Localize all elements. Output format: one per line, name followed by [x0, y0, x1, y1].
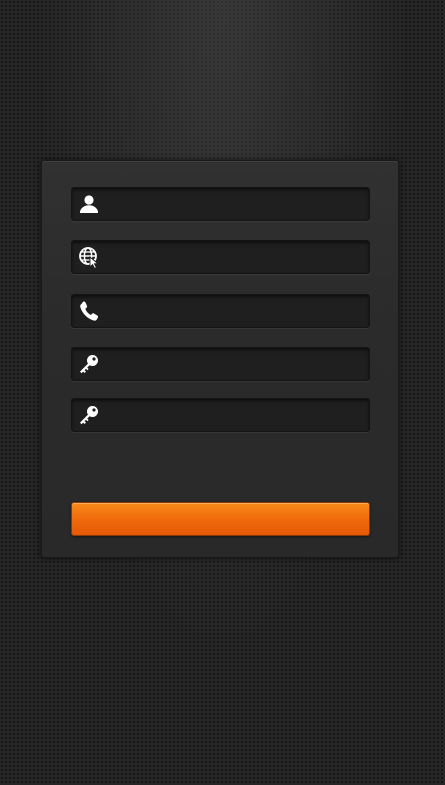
website-input[interactable] — [106, 241, 364, 273]
phone-field[interactable] — [71, 294, 370, 328]
key-icon — [77, 352, 101, 376]
key-icon — [77, 403, 101, 427]
user-icon — [77, 192, 101, 216]
confirm-password-input[interactable] — [106, 399, 364, 431]
phone-input[interactable] — [106, 295, 364, 327]
name-input[interactable] — [106, 188, 364, 220]
password-field[interactable] — [71, 347, 370, 381]
phone-icon — [77, 299, 101, 323]
globe-cursor-icon — [77, 245, 101, 269]
confirm-password-field[interactable] — [71, 398, 370, 432]
password-input[interactable] — [106, 348, 364, 380]
registration-form-panel — [41, 160, 399, 558]
submit-button[interactable] — [71, 502, 370, 536]
website-field[interactable] — [71, 240, 370, 274]
name-field[interactable] — [71, 187, 370, 221]
